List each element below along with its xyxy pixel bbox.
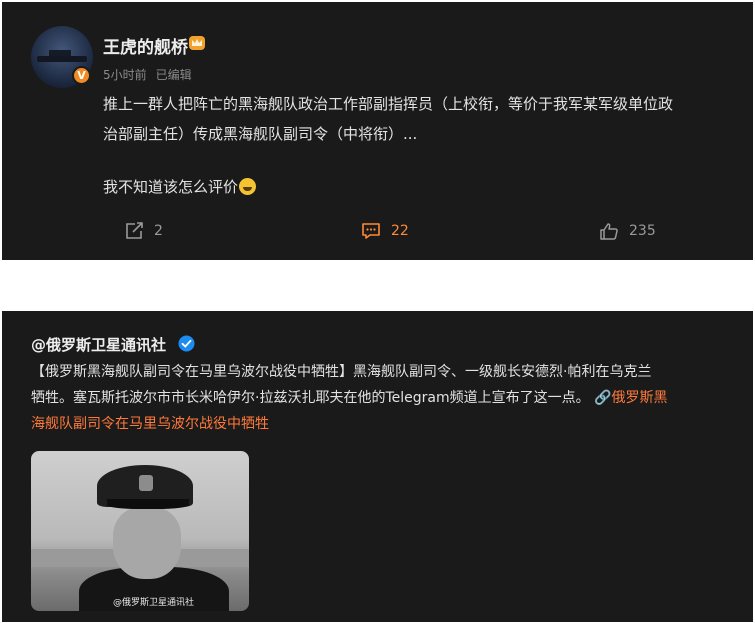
post-text: 推上一群人把阵亡的黑海舰队政治工作部副指挥员（上校衔，等价于我军某军级单位政 治… [103, 89, 743, 149]
repost-text-line: 牺牲。塞瓦斯托波尔市市长米哈伊尔·拉兹沃扎耶夫在他的Telegram频道上宣布了… [31, 390, 590, 406]
like-count: 235 [629, 223, 656, 239]
repost-icon [126, 222, 143, 239]
post-meta: 5小时前 已编辑 [103, 66, 192, 83]
verified-badge: V [72, 66, 91, 85]
like-button[interactable]: 235 [599, 222, 656, 240]
post-text-line: 我不知道该怎么评价 [103, 178, 239, 196]
repost-text: 【俄罗斯黑海舰队副司令在马里乌波尔战役中牺牲】黑海舰队副司令、一级舰长安德烈·帕… [31, 359, 743, 437]
topic-link[interactable]: 🔗俄罗斯黑 [594, 390, 667, 406]
laugh-cry-emoji-icon [239, 178, 257, 195]
verified-icon [178, 335, 195, 352]
post-text-comment: 我不知道该怎么评价 [103, 172, 257, 202]
username[interactable]: 王虎的舰桥 [103, 33, 188, 58]
topic-link-continued[interactable]: 海舰队副司令在马里乌波尔战役中牺牲 [31, 411, 743, 437]
thumbs-up-icon [600, 223, 618, 240]
link-icon: 🔗 [594, 390, 612, 406]
post-text-line: 治部副主任）传成黑海舰队副司令（中将衔）... [103, 125, 418, 143]
comment-icon [362, 223, 380, 239]
post-text-line: 推上一群人把阵亡的黑海舰队政治工作部副指挥员（上校衔，等价于我军某军级单位政 [103, 95, 674, 113]
repost-text-line: 【俄罗斯黑海舰队副司令在马里乌波尔战役中牺牲】黑海舰队副司令、一级舰长安德烈·帕… [31, 364, 652, 380]
repost-count: 2 [154, 223, 163, 239]
repost-button[interactable]: 2 [124, 222, 163, 240]
edited-label[interactable]: 已编辑 [156, 68, 192, 82]
comment-button[interactable]: 22 [361, 222, 409, 240]
account-name[interactable]: @俄罗斯卫星通讯社 [31, 334, 166, 355]
crown-icon [189, 36, 205, 50]
news-photo[interactable]: @俄罗斯卫星通讯社 [31, 451, 249, 611]
post-time: 5小时前 [103, 68, 147, 82]
comment-count: 22 [391, 223, 409, 239]
topic-link-text: 俄罗斯黑 [611, 390, 668, 406]
image-watermark: @俄罗斯卫星通讯社 [113, 598, 195, 608]
